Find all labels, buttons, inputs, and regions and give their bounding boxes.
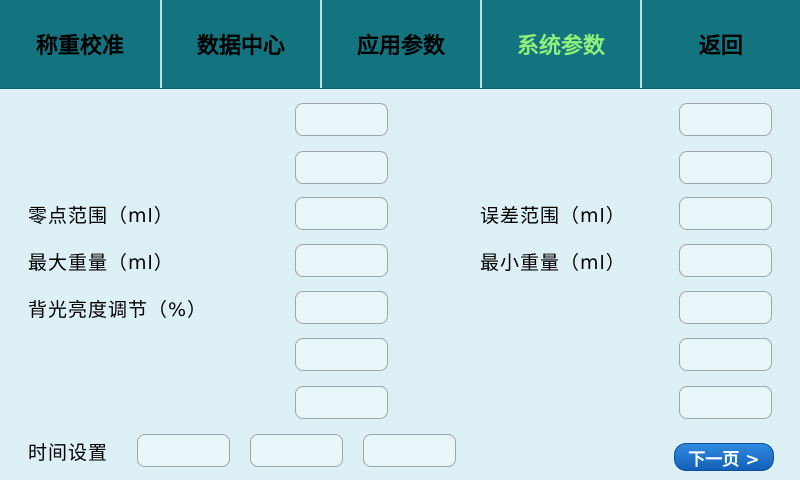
zero-range-input[interactable] bbox=[295, 197, 388, 230]
right-field-2[interactable] bbox=[679, 151, 772, 184]
min-weight-input[interactable] bbox=[679, 244, 772, 277]
tab-weigh-calibration[interactable]: 称重校准 bbox=[0, 0, 160, 88]
tab-data-center[interactable]: 数据中心 bbox=[160, 0, 320, 88]
tab-system-params[interactable]: 系统参数 bbox=[480, 0, 640, 88]
right-field-7[interactable] bbox=[679, 386, 772, 419]
time-field-2[interactable] bbox=[250, 434, 343, 467]
time-setting-label: 时间设置 bbox=[28, 442, 109, 464]
backlight-label: 背光亮度调节（%） bbox=[28, 299, 208, 321]
error-range-input[interactable] bbox=[679, 197, 772, 230]
right-field-5[interactable] bbox=[679, 291, 772, 324]
next-page-button[interactable]: 下一页 > bbox=[674, 443, 774, 471]
right-field-6[interactable] bbox=[679, 338, 772, 371]
backlight-input[interactable] bbox=[295, 291, 388, 324]
zero-range-label: 零点范围（ml） bbox=[28, 205, 174, 227]
left-field-6[interactable] bbox=[295, 338, 388, 371]
max-weight-input[interactable] bbox=[295, 244, 388, 277]
right-field-1[interactable] bbox=[679, 103, 772, 136]
left-field-1[interactable] bbox=[295, 103, 388, 136]
error-range-label: 误差范围（ml） bbox=[480, 205, 626, 227]
max-weight-label: 最大重量（ml） bbox=[28, 252, 174, 274]
min-weight-label: 最小重量（ml） bbox=[480, 252, 626, 274]
time-field-1[interactable] bbox=[137, 434, 230, 467]
tab-app-params[interactable]: 应用参数 bbox=[320, 0, 480, 88]
left-field-2[interactable] bbox=[295, 151, 388, 184]
top-tab-bar: 称重校准 数据中心 应用参数 系统参数 返回 bbox=[0, 0, 800, 89]
tab-back[interactable]: 返回 bbox=[640, 0, 800, 88]
left-field-7[interactable] bbox=[295, 386, 388, 419]
time-field-3[interactable] bbox=[363, 434, 456, 467]
